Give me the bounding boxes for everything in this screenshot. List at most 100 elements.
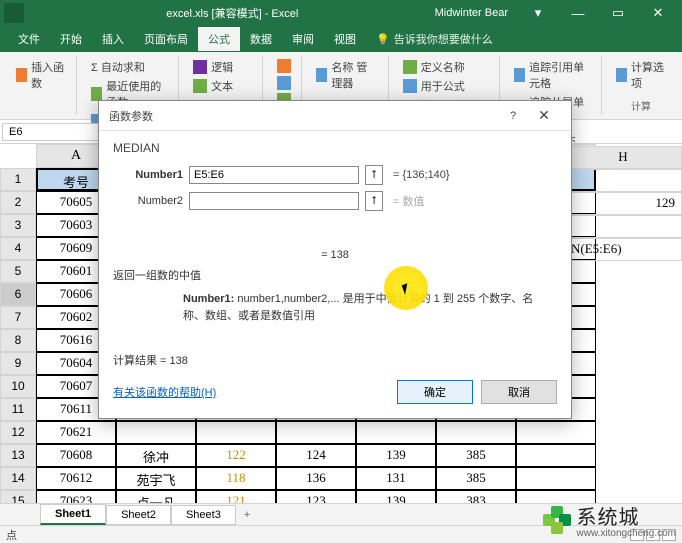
sheet-tab[interactable]: Sheet1 (40, 504, 106, 525)
tab-review[interactable]: 审阅 (282, 27, 324, 51)
watermark-icon (543, 506, 571, 534)
maximize-button[interactable]: ▭ (598, 5, 638, 21)
row-headers: 1 2 3 4 5 6 7 8 9 10 11 12 13 14 15 (0, 168, 36, 513)
cell[interactable] (276, 421, 356, 444)
calcres-value: 138 (170, 355, 188, 367)
cell[interactable] (516, 421, 596, 444)
range-select-button[interactable]: ⭡ (365, 165, 383, 185)
range-select-button[interactable]: ⭡ (365, 191, 383, 211)
window-title: excel.xls [兼容模式] - Excel (30, 5, 435, 21)
cell[interactable]: N(E5:E6) (564, 238, 682, 261)
ribbon-tabs: 文件 开始 插入 页面布局 公式 数据 审阅 视图 💡告诉我你想要做什么 (0, 26, 682, 52)
tab-formula[interactable]: 公式 (198, 27, 240, 51)
cell[interactable]: 118 (196, 467, 276, 490)
row-header[interactable]: 8 (0, 329, 36, 352)
lookup-button[interactable] (275, 58, 293, 74)
tell-me[interactable]: 💡告诉我你想要做什么 (376, 31, 493, 47)
ok-button[interactable]: 确定 (397, 380, 473, 404)
close-button[interactable]: ✕ (638, 5, 678, 21)
cell[interactable]: 122 (196, 444, 276, 467)
minimize-button[interactable]: — (558, 6, 598, 21)
ribbon-options-icon[interactable]: ▾ (518, 5, 558, 21)
cell[interactable]: 70612 (36, 467, 116, 490)
trace1-label: 追踪引用单元格 (529, 59, 591, 91)
row-header[interactable]: 11 (0, 398, 36, 421)
cell[interactable] (564, 169, 682, 192)
name-mgr-button[interactable]: 名称 管理器 (314, 58, 380, 92)
calc-icon (616, 68, 627, 82)
calc-options-button[interactable]: 计算选项 (614, 58, 668, 92)
row-header[interactable]: 13 (0, 444, 36, 467)
cell[interactable]: 苑宇飞 (116, 467, 196, 490)
add-sheet-button[interactable]: + (236, 506, 258, 524)
tab-layout[interactable]: 页面布局 (134, 27, 198, 51)
arg2-label: Number2 (113, 195, 183, 207)
col-header[interactable]: H (564, 146, 682, 169)
cell[interactable] (516, 467, 596, 490)
function-help-link[interactable]: 有关该函数的帮助(H) (113, 384, 216, 400)
arg1-input[interactable] (189, 166, 359, 184)
tab-insert[interactable]: 插入 (92, 27, 134, 51)
dialog-titlebar[interactable]: 函数参数 ? ✕ (99, 101, 571, 131)
cell[interactable]: 70608 (36, 444, 116, 467)
tab-home[interactable]: 开始 (50, 27, 92, 51)
text-button[interactable]: 文本 (191, 77, 254, 95)
sheet-tab[interactable]: Sheet3 (171, 505, 236, 525)
sheet-tab[interactable]: Sheet2 (106, 505, 171, 525)
argdesc-label: Number1: (183, 293, 237, 305)
dialog-help-button[interactable]: ? (499, 110, 527, 122)
row-header[interactable]: 7 (0, 306, 36, 329)
cell[interactable]: 徐冲 (116, 444, 196, 467)
tab-data[interactable]: 数据 (240, 27, 282, 51)
arg2-input[interactable] (189, 192, 359, 210)
cell[interactable] (564, 215, 682, 238)
cell[interactable] (436, 421, 516, 444)
dialog-title: 函数参数 (109, 108, 499, 124)
define-name-button[interactable]: 定义名称 (401, 58, 491, 76)
trace1-icon (514, 68, 525, 82)
logic-label: 逻辑 (211, 59, 233, 75)
row-header[interactable]: 1 (0, 168, 36, 191)
row-header[interactable]: 5 (0, 260, 36, 283)
column-h: H 129 N(E5:E6) (564, 146, 682, 261)
cell[interactable]: 124 (276, 444, 356, 467)
dialog-close-button[interactable]: ✕ (527, 107, 561, 124)
row-header[interactable]: 10 (0, 375, 36, 398)
cell[interactable] (116, 421, 196, 444)
name-box[interactable] (2, 123, 100, 141)
cell[interactable] (516, 444, 596, 467)
cell[interactable]: 131 (356, 467, 436, 490)
row-header[interactable]: 12 (0, 421, 36, 444)
calcres-label: 计算结果 = (113, 355, 170, 367)
cancel-button[interactable]: 取消 (481, 380, 557, 404)
row-header[interactable]: 6 (0, 283, 36, 306)
tab-file[interactable]: 文件 (8, 27, 50, 51)
watermark-text: 系统城 (577, 501, 677, 530)
autosum-button[interactable]: Σ 自动求和 (89, 58, 170, 76)
cell[interactable]: 385 (436, 444, 516, 467)
define-icon (403, 60, 417, 74)
define-label: 定义名称 (421, 59, 465, 75)
logic-button[interactable]: 逻辑 (191, 58, 254, 76)
cell[interactable]: 139 (356, 444, 436, 467)
trace-precedents-button[interactable]: 追踪引用单元格 (512, 58, 593, 92)
cell[interactable] (196, 421, 276, 444)
cell[interactable]: 129 (564, 192, 682, 215)
row-header[interactable]: 9 (0, 352, 36, 375)
cell[interactable]: 385 (436, 467, 516, 490)
cell[interactable] (356, 421, 436, 444)
row-header[interactable]: 4 (0, 237, 36, 260)
text-icon (193, 79, 207, 93)
usein-icon (403, 79, 417, 93)
math-button[interactable] (275, 75, 293, 91)
row-header[interactable]: 14 (0, 467, 36, 490)
cell[interactable]: 70621 (36, 421, 116, 444)
use-formula-button[interactable]: 用于公式 (401, 77, 491, 95)
row-header[interactable]: 3 (0, 214, 36, 237)
watermark: 系统城 www.xitongcheng.com (543, 501, 677, 539)
tab-view[interactable]: 视图 (324, 27, 366, 51)
arg1-label: Number1 (113, 169, 183, 181)
row-header[interactable]: 2 (0, 191, 36, 214)
cell[interactable]: 136 (276, 467, 356, 490)
insert-function-button[interactable]: 插入函数 (14, 58, 68, 92)
